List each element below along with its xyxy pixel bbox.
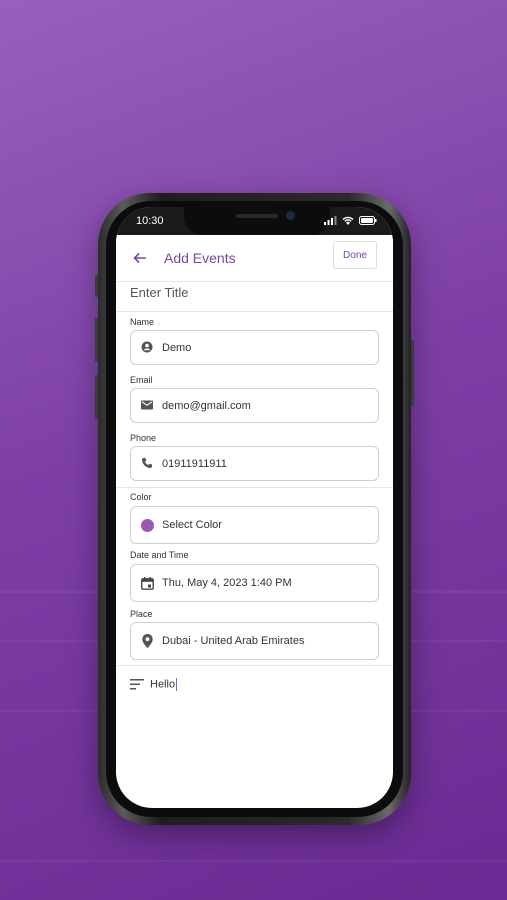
status-bar: 10:30: [116, 207, 393, 235]
front-camera: [286, 211, 295, 220]
phone-value: 01911911911: [162, 458, 227, 470]
volume-button: [95, 318, 98, 362]
status-icons: [324, 216, 377, 225]
person-icon: [140, 340, 154, 354]
name-field[interactable]: Demo: [130, 330, 379, 365]
place-label: Place: [130, 609, 153, 619]
arrow-left-icon: [133, 252, 146, 264]
phone-label: Phone: [130, 433, 157, 443]
email-field[interactable]: demo@gmail.com: [130, 388, 379, 423]
notes-value: Hello: [150, 678, 176, 691]
title-input[interactable]: Enter Title: [130, 285, 189, 300]
location-pin-icon: [140, 634, 154, 648]
app-bar: Add Events Done: [116, 235, 393, 282]
calendar-icon: [140, 576, 154, 590]
date-time-field[interactable]: Thu, May 4, 2023 1:40 PM: [130, 564, 379, 602]
section-divider: [116, 665, 393, 666]
date-time-value: Thu, May 4, 2023 1:40 PM: [162, 577, 292, 589]
name-value: Demo: [162, 342, 192, 354]
background-stripe: [0, 860, 507, 862]
volume-button: [95, 375, 98, 419]
signal-icon: [324, 216, 337, 225]
phone-screen: 10:30 Add Events Done Enter Title Name D…: [116, 207, 393, 808]
email-label: Email: [130, 375, 153, 385]
volume-button: [95, 275, 98, 297]
back-button[interactable]: [128, 246, 152, 270]
power-button: [411, 340, 414, 406]
speaker: [236, 214, 278, 218]
color-field[interactable]: Select Color: [130, 506, 379, 544]
date-time-label: Date and Time: [130, 550, 189, 560]
place-value: Dubai - United Arab Emirates: [162, 635, 305, 647]
title-input-row[interactable]: Enter Title: [116, 281, 393, 312]
section-divider: [116, 487, 393, 488]
wifi-icon: [342, 216, 354, 225]
status-time: 10:30: [136, 215, 164, 227]
color-swatch-icon: [140, 518, 154, 532]
place-field[interactable]: Dubai - United Arab Emirates: [130, 622, 379, 660]
notch: [184, 207, 330, 235]
email-value: demo@gmail.com: [162, 400, 251, 412]
color-value: Select Color: [162, 519, 222, 531]
text-cursor: [176, 678, 178, 691]
done-button[interactable]: Done: [333, 241, 377, 269]
battery-icon: [359, 216, 377, 225]
name-label: Name: [130, 317, 155, 327]
phone-field[interactable]: 01911911911: [130, 446, 379, 481]
phone-icon: [140, 456, 154, 470]
mail-icon: [140, 398, 154, 412]
color-label: Color: [130, 492, 152, 502]
page-title: Add Events: [164, 250, 236, 266]
notes-input[interactable]: Hello: [130, 678, 178, 691]
notes-icon: [130, 679, 144, 690]
